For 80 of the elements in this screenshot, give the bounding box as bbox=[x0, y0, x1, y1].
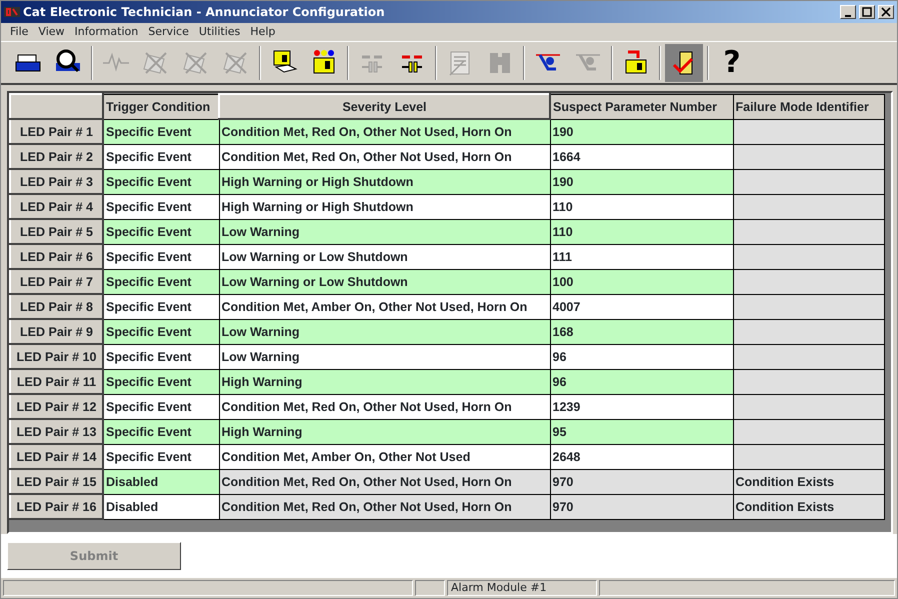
column-header: Failure Mode Identifier bbox=[733, 94, 884, 119]
minimize-icon bbox=[845, 14, 851, 16]
table-cell[interactable]: High Warning bbox=[219, 369, 550, 394]
row-header: LED Pair # 3 bbox=[10, 169, 103, 194]
table-cell[interactable]: Condition Met, Red On, Other Not Used, Horn On bbox=[219, 394, 550, 419]
menu-item[interactable]: Service bbox=[143, 24, 194, 40]
row-header: LED Pair # 11 bbox=[10, 369, 103, 394]
table-cell[interactable]: Specific Event bbox=[103, 419, 219, 444]
table-cell[interactable]: Specific Event bbox=[103, 269, 219, 294]
app-icon bbox=[4, 4, 20, 20]
table-cell[interactable]: Specific Event bbox=[103, 244, 219, 269]
table-cell[interactable]: Specific Event bbox=[103, 194, 219, 219]
table-cell[interactable]: Specific Event bbox=[103, 144, 219, 169]
table-cell[interactable]: Low Warning bbox=[219, 319, 550, 344]
table-cell[interactable]: 111 bbox=[550, 244, 733, 269]
table-cell[interactable]: Specific Event bbox=[103, 119, 219, 144]
close-button[interactable] bbox=[878, 5, 894, 19]
close-icon bbox=[880, 7, 892, 17]
help-button[interactable]: ? bbox=[713, 44, 751, 82]
checkmark-button[interactable] bbox=[665, 44, 703, 82]
table-cell[interactable]: 96 bbox=[550, 369, 733, 394]
row-header: LED Pair # 1 bbox=[10, 119, 103, 144]
table-cell[interactable]: Specific Event bbox=[103, 169, 219, 194]
row-header: LED Pair # 5 bbox=[10, 219, 103, 244]
table-cell[interactable]: 1239 bbox=[550, 394, 733, 419]
row-header: LED Pair # 12 bbox=[10, 394, 103, 419]
row-header: LED Pair # 4 bbox=[10, 194, 103, 219]
table-cell[interactable]: Specific Event bbox=[103, 294, 219, 319]
column-header: Trigger Condition bbox=[103, 94, 219, 119]
row-header: LED Pair # 10 bbox=[10, 344, 103, 369]
table-cell[interactable]: Condition Met, Red On, Other Not Used, Horn On bbox=[219, 144, 550, 169]
table-cell[interactable]: Condition Met, Amber On, Other Not Used bbox=[219, 444, 550, 469]
table-cell[interactable]: Condition Met, Red On, Other Not Used, Horn On bbox=[219, 119, 550, 144]
status-text: Alarm Module #1 bbox=[447, 580, 597, 596]
menu-item[interactable]: Utilities bbox=[194, 24, 246, 40]
row-header: LED Pair # 14 bbox=[10, 444, 103, 469]
table-cell[interactable]: 95 bbox=[550, 419, 733, 444]
row-header: LED Pair # 7 bbox=[10, 269, 103, 294]
table-cell[interactable]: 190 bbox=[550, 169, 733, 194]
table-cell[interactable]: 110 bbox=[550, 194, 733, 219]
table-cell[interactable]: 2648 bbox=[550, 444, 733, 469]
table-cell[interactable]: Specific Event bbox=[103, 394, 219, 419]
table-cell[interactable]: 190 bbox=[550, 119, 733, 144]
row-header: LED Pair # 6 bbox=[10, 244, 103, 269]
status-panel bbox=[415, 580, 445, 596]
table-cell[interactable]: 1664 bbox=[550, 144, 733, 169]
table-cell[interactable]: Low Warning or Low Shutdown bbox=[219, 269, 550, 294]
table-cell[interactable]: Condition Met, Amber On, Other Not Used, Horn On bbox=[219, 294, 550, 319]
table-cell[interactable]: Specific Event bbox=[103, 344, 219, 369]
row-header: LED Pair # 8 bbox=[10, 294, 103, 319]
window-title: Cat Electronic Technician - Annunciator Configuration bbox=[23, 5, 386, 19]
column-header: Severity Level bbox=[219, 94, 550, 119]
table-cell[interactable]: Low Warning bbox=[219, 344, 550, 369]
maximize-icon bbox=[861, 7, 873, 17]
table-cell[interactable]: Specific Event bbox=[103, 444, 219, 469]
table-cell[interactable]: 168 bbox=[550, 319, 733, 344]
table-cell[interactable]: 4007 bbox=[550, 294, 733, 319]
table-cell[interactable]: Specific Event bbox=[103, 219, 219, 244]
menu-item[interactable]: File bbox=[5, 24, 34, 40]
row-header: LED Pair # 16 bbox=[10, 494, 103, 519]
table-cell[interactable]: Specific Event bbox=[103, 319, 219, 344]
row-header: LED Pair # 2 bbox=[10, 144, 103, 169]
table-cell[interactable]: 100 bbox=[550, 269, 733, 294]
menu-item[interactable]: View bbox=[33, 24, 70, 40]
menu-item[interactable]: Help bbox=[245, 24, 280, 40]
row-header: LED Pair # 9 bbox=[10, 319, 103, 344]
table-cell[interactable]: High Warning or High Shutdown bbox=[219, 169, 550, 194]
table-cell[interactable]: Specific Event bbox=[103, 369, 219, 394]
table-cell[interactable]: 110 bbox=[550, 219, 733, 244]
table-cell[interactable]: 96 bbox=[550, 344, 733, 369]
table-cell[interactable]: Low Warning or Low Shutdown bbox=[219, 244, 550, 269]
column-header: Suspect Parameter Number bbox=[550, 94, 733, 119]
menu-item[interactable]: Information bbox=[70, 24, 144, 40]
table-cell[interactable]: Low Warning bbox=[219, 219, 550, 244]
maximize-button[interactable] bbox=[859, 5, 875, 19]
row-header: LED Pair # 15 bbox=[10, 469, 103, 494]
table-cell[interactable]: High Warning or High Shutdown bbox=[219, 194, 550, 219]
row-header: LED Pair # 13 bbox=[10, 419, 103, 444]
table-cell[interactable]: High Warning bbox=[219, 419, 550, 444]
minimize-button[interactable] bbox=[840, 5, 856, 19]
